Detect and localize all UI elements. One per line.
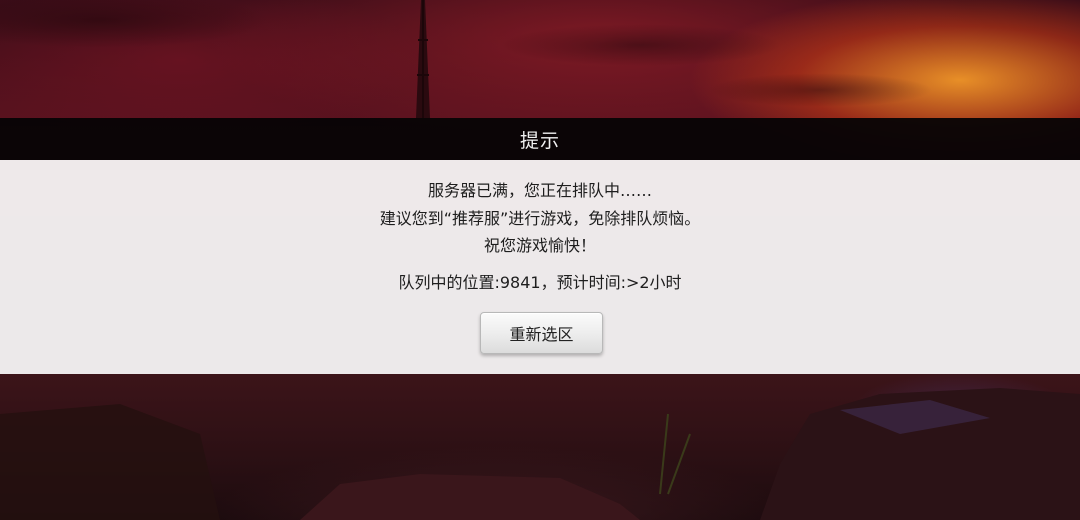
rock-formation — [0, 388, 1080, 520]
greeting-message: 祝您游戏愉快！ — [483, 236, 596, 255]
reselect-server-button[interactable]: 重新选区 — [480, 312, 603, 354]
dialog-title: 提示 — [519, 129, 560, 152]
dialog-title-bar: 提示 — [0, 118, 1080, 160]
queue-position-info: 队列中的位置:9841，预计时间:>2小时 — [398, 273, 682, 292]
recommend-server-message: 建议您到“推荐服”进行游戏，免除排队烦恼。 — [379, 209, 701, 228]
server-full-message: 服务器已满，您正在排队中…… — [427, 181, 652, 200]
queue-dialog-panel: 服务器已满，您正在排队中…… 建议您到“推荐服”进行游戏，免除排队烦恼。 祝您游… — [0, 160, 1080, 374]
dark-clouds — [0, 0, 1080, 130]
radio-tower-silhouette — [416, 0, 430, 118]
